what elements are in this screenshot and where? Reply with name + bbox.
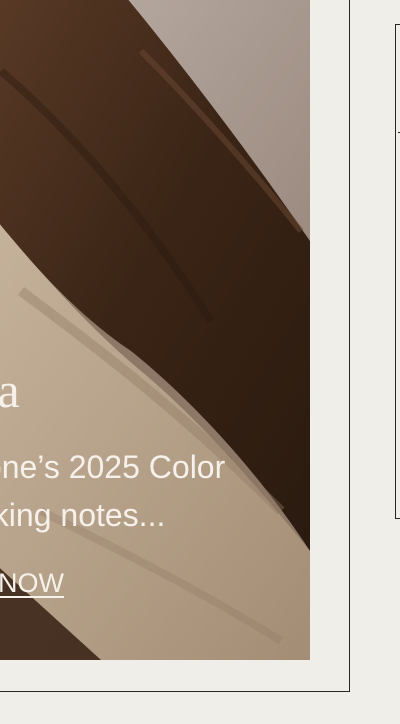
next-card[interactable] xyxy=(395,24,400,519)
shop-now-link[interactable]: P NOW xyxy=(0,568,64,599)
hero-subtitle-line-1: tone’s 2025 Color xyxy=(0,449,226,485)
hero-card[interactable]: va tone’s 2025 Color aking notes... P NO… xyxy=(0,0,350,692)
hero-title: va xyxy=(0,362,20,418)
hero-subtitle: tone’s 2025 Color aking notes... xyxy=(0,443,310,539)
hero-image: va tone’s 2025 Color aking notes... P NO… xyxy=(0,0,310,660)
hero-subtitle-line-2: aking notes... xyxy=(0,497,166,533)
fabric-photo xyxy=(0,0,310,660)
carousel: va tone’s 2025 Color aking notes... P NO… xyxy=(0,0,400,724)
